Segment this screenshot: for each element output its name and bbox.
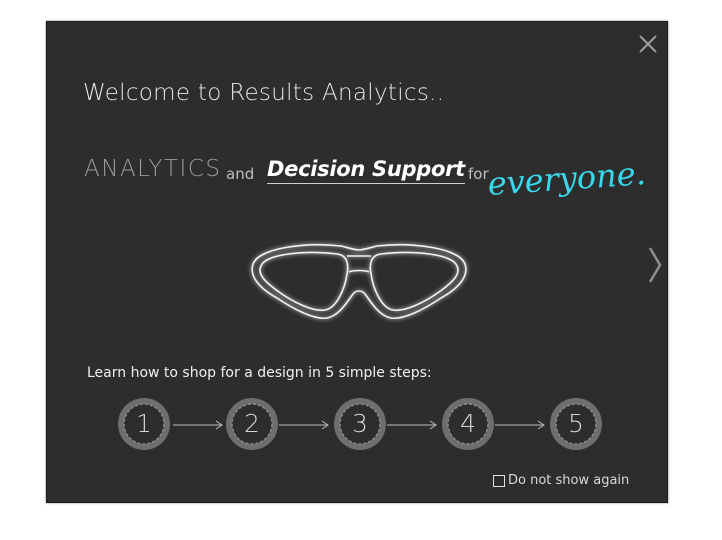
tagline-analytics: ANALYTICS [84, 156, 222, 182]
steps-row: 1 2 3 4 5 [117, 397, 607, 453]
step-2-label: 2 [244, 409, 260, 438]
do-not-show-again-label: Do not show again [508, 473, 630, 488]
step-4-label: 4 [460, 409, 476, 438]
step-1-button[interactable]: 1 [117, 397, 171, 451]
do-not-show-again-checkbox[interactable]: Do not show again [493, 473, 629, 488]
arrow-icon [495, 420, 545, 430]
checkbox-icon[interactable] [493, 474, 505, 487]
step-3-label: 3 [352, 409, 368, 438]
step-2-button[interactable]: 2 [225, 397, 279, 451]
arrow-icon [279, 420, 329, 430]
close-icon[interactable] [637, 33, 659, 55]
tagline-decision-support: Decision Support [267, 157, 465, 184]
steps-label: Learn how to shop for a design in 5 simp… [87, 365, 432, 381]
tagline-and: and [226, 165, 255, 183]
chevron-right-icon[interactable] [647, 246, 663, 284]
step-5-label: 5 [568, 409, 584, 438]
step-5-button[interactable]: 5 [549, 397, 603, 451]
step-3-button[interactable]: 3 [333, 397, 387, 451]
glasses-illustration [245, 236, 473, 328]
step-1-label: 1 [136, 409, 152, 438]
arrow-icon [173, 420, 223, 430]
welcome-dialog: Welcome to Results Analytics.. ANALYTICS… [46, 21, 668, 503]
step-4-button[interactable]: 4 [441, 397, 495, 451]
dialog-title: Welcome to Results Analytics.. [83, 80, 445, 106]
arrow-icon [387, 420, 437, 430]
tagline-everyone: everyone. [486, 154, 647, 203]
